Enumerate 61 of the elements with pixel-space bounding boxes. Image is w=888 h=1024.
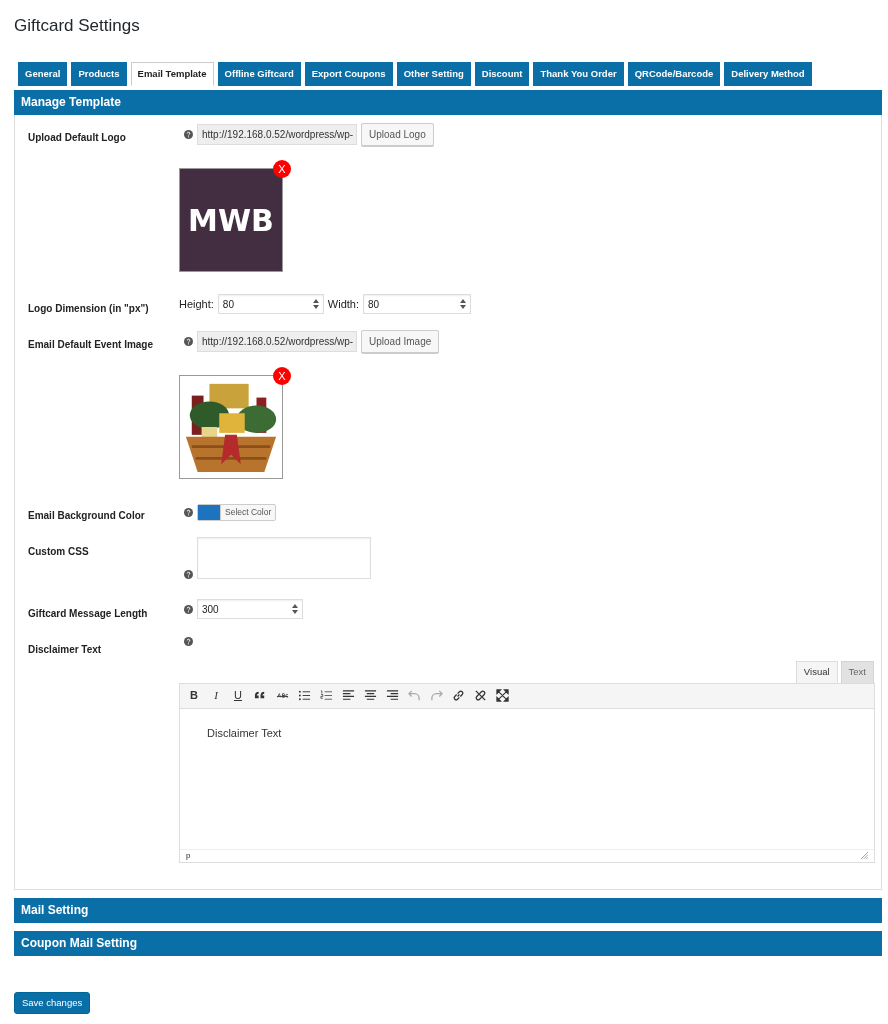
help-icon <box>184 337 193 347</box>
upload-button[interactable]: Upload Logo <box>361 123 434 147</box>
section-header[interactable]: Mail Setting <box>14 897 882 923</box>
field-value: 300 <box>202 602 219 617</box>
fullscreen-icon[interactable] <box>495 689 509 703</box>
tab[interactable]: Email Template <box>130 62 214 87</box>
tab[interactable]: QRCode/Barcode <box>627 62 721 87</box>
url-field[interactable]: http://192.168.0.52/wordpress/wp- <box>197 331 357 353</box>
number-field[interactable]: 80 <box>217 294 324 315</box>
color-picker-button[interactable]: Select Color <box>197 504 277 522</box>
editor-tab[interactable]: Visual <box>795 661 838 683</box>
editor-content[interactable]: Disclaimer Text <box>180 708 874 849</box>
help-icon <box>184 637 193 647</box>
tab[interactable]: Export Coupons <box>304 62 393 87</box>
editor-tab[interactable]: Text <box>840 661 874 683</box>
field-label: Email Background Color <box>28 509 146 524</box>
field-label: Disclaimer Text <box>28 643 103 658</box>
field-label: Logo Dimension (in "px") <box>28 302 150 317</box>
tab[interactable]: Products <box>71 62 127 87</box>
link-icon[interactable] <box>451 689 465 703</box>
tab[interactable]: Offline Giftcard <box>217 62 301 87</box>
dimension-label: Height: <box>179 297 214 313</box>
field-label: Giftcard Message Length <box>28 607 149 622</box>
field-value: 80 <box>368 297 380 312</box>
field-value: 80 <box>222 297 234 312</box>
url-field[interactable]: http://192.168.0.52/wordpress/wp- <box>197 124 357 146</box>
field-label: Upload Default Logo <box>28 131 127 146</box>
numbered-list-icon[interactable] <box>319 689 333 703</box>
tab[interactable]: Discount <box>474 62 530 87</box>
tab[interactable]: Delivery Method <box>724 62 812 87</box>
help-icon <box>184 508 193 518</box>
underline-button[interactable]: U <box>229 687 247 704</box>
save-button[interactable]: Save changes <box>14 991 91 1014</box>
spinner-arrows-icon <box>460 299 467 310</box>
spinner-arrows-icon <box>292 604 298 615</box>
number-field[interactable]: 300 <box>197 599 303 620</box>
italic-button[interactable]: I <box>207 687 225 704</box>
align-right-icon[interactable] <box>385 689 399 703</box>
bold-button[interactable]: B <box>185 687 203 704</box>
tab[interactable]: General <box>18 62 68 87</box>
help-icon <box>184 570 193 580</box>
align-center-icon[interactable] <box>363 689 377 703</box>
resize-handle-icon <box>861 852 868 860</box>
unlink-icon[interactable] <box>473 689 487 703</box>
dimension-label: Width: <box>327 297 360 313</box>
tab[interactable]: Other Setting <box>396 62 471 87</box>
spinner-arrows-icon <box>312 299 319 310</box>
upload-button[interactable]: Upload Image <box>361 330 440 354</box>
section-header[interactable]: Coupon Mail Setting <box>14 930 882 956</box>
field-label: Custom CSS <box>28 545 90 560</box>
section-header[interactable]: Manage Template <box>14 90 882 116</box>
bullet-list-icon[interactable] <box>297 689 311 703</box>
tab[interactable]: Thank You Order <box>533 62 624 87</box>
element-path: p <box>186 849 191 862</box>
number-field[interactable]: 80 <box>363 294 472 315</box>
field-label: Email Default Event Image <box>28 338 155 353</box>
align-left-icon[interactable] <box>341 689 355 703</box>
remove-button[interactable]: X <box>273 367 291 386</box>
help-icon <box>184 604 193 614</box>
page-title: Giftcard Settings <box>14 16 141 37</box>
help-icon <box>184 130 193 140</box>
